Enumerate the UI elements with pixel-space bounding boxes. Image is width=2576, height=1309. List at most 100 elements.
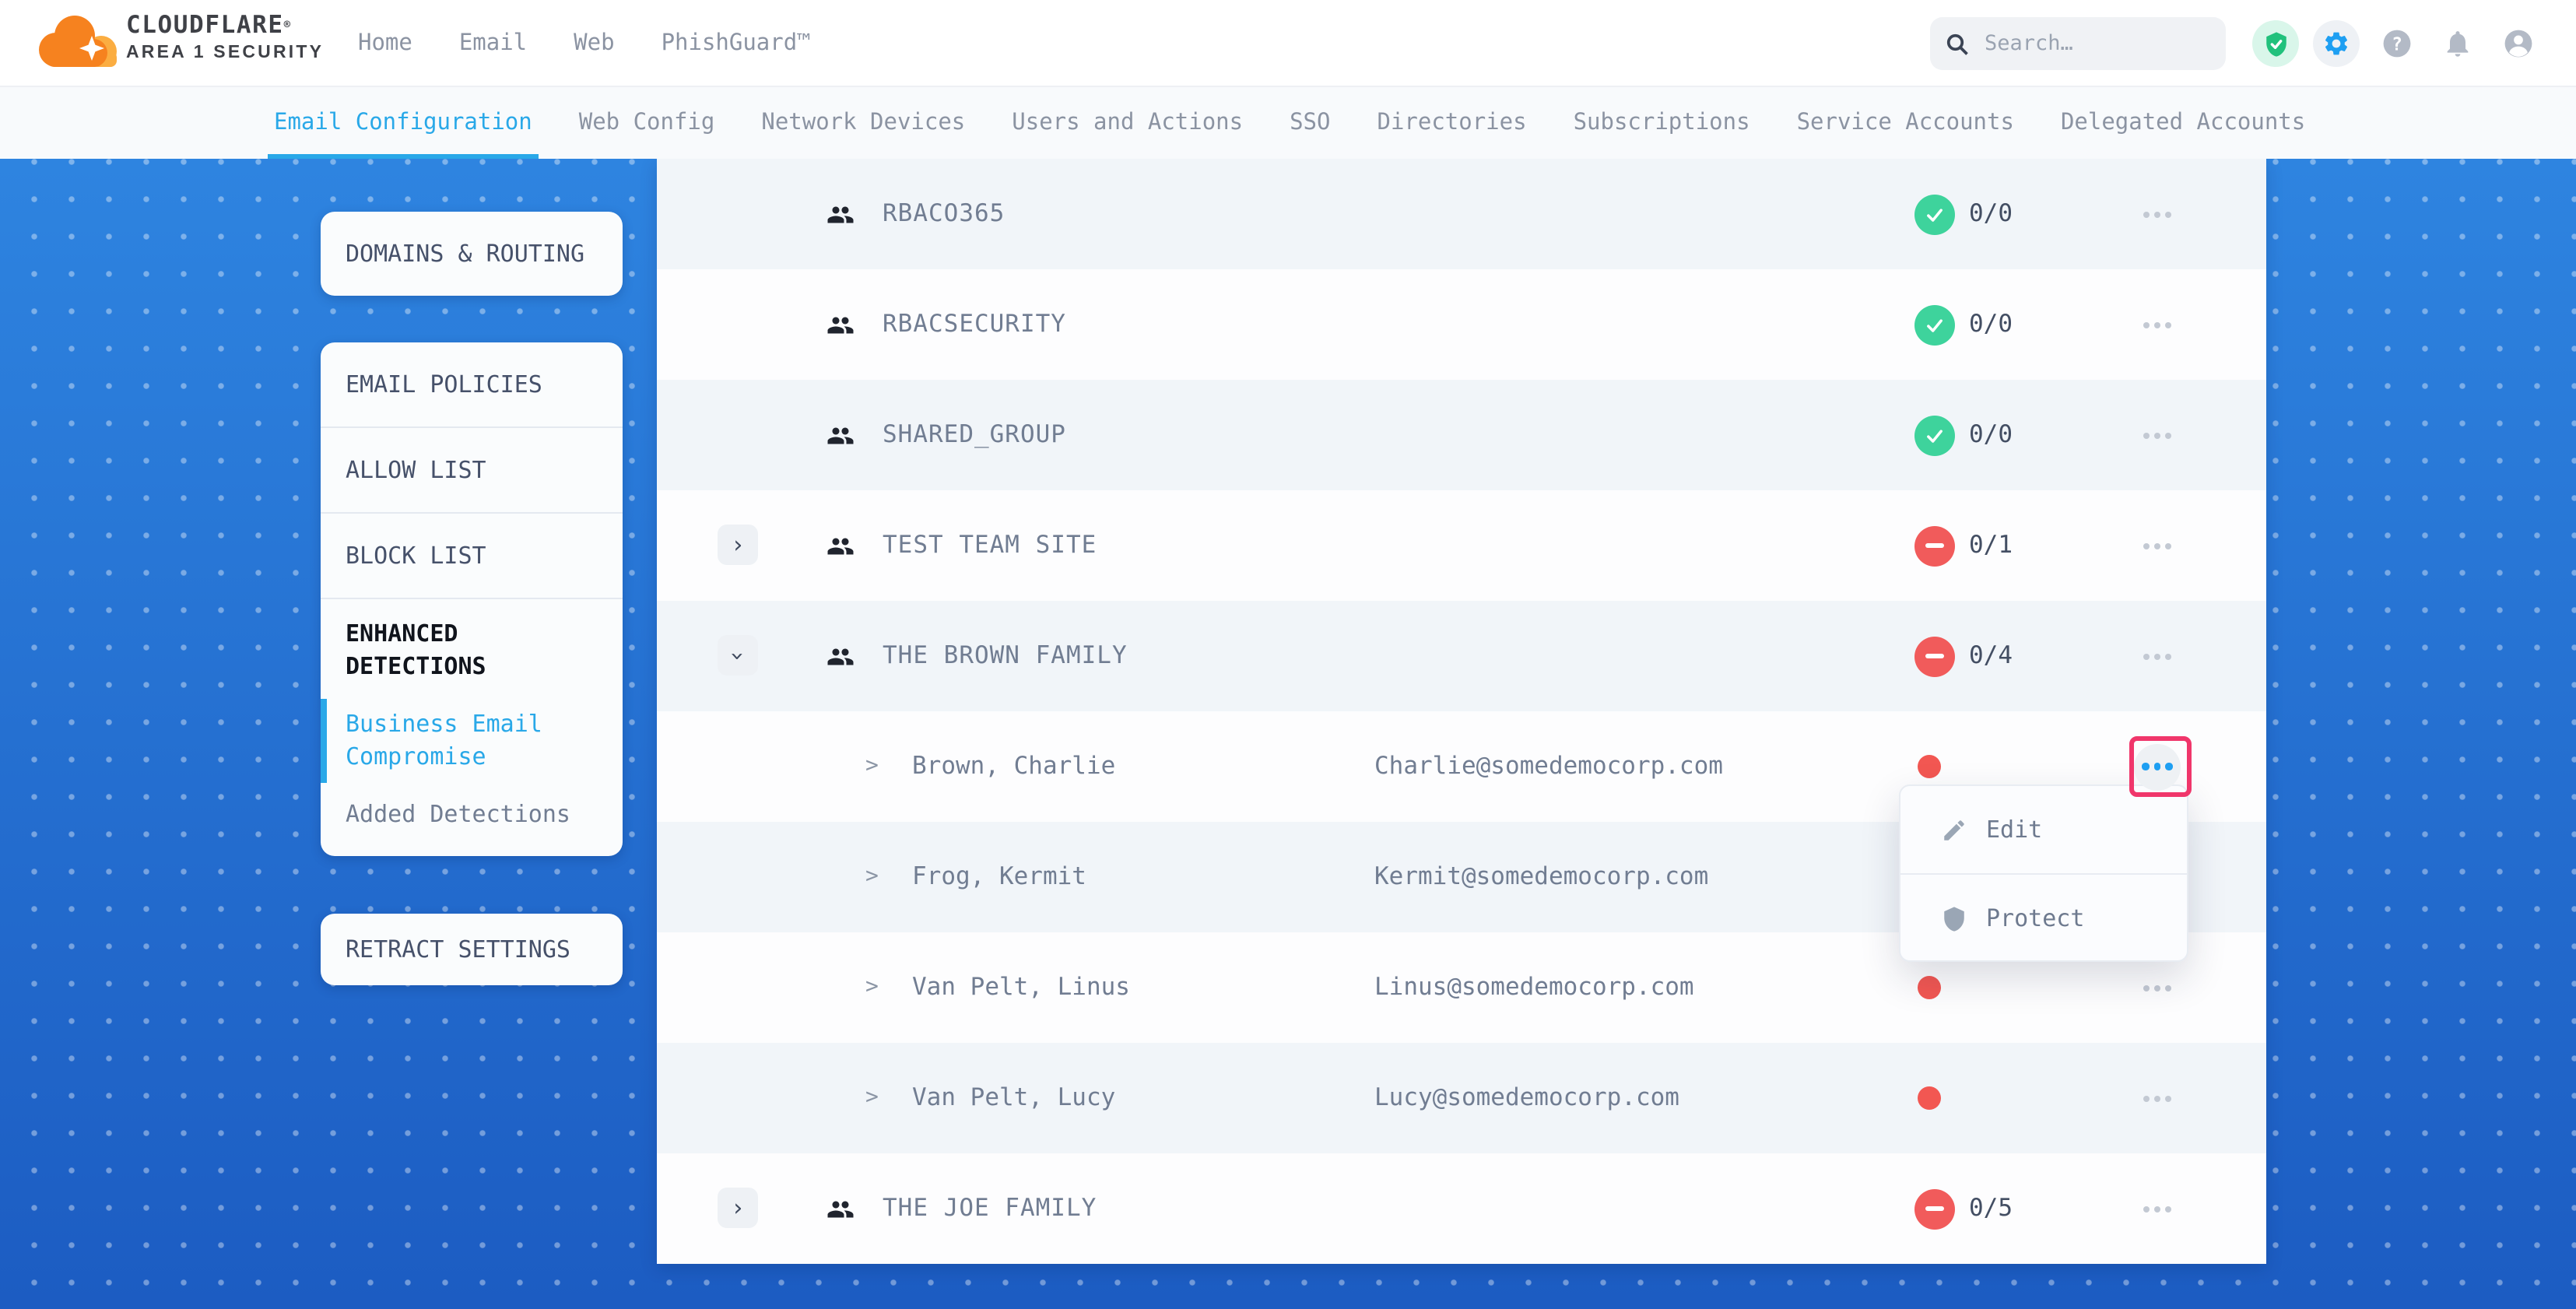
table-row[interactable]: › THE BROWN FAMILY 0/4 [657, 601, 2266, 711]
nav-phishguard[interactable]: PhishGuard™ [662, 31, 811, 56]
status-badge-disabled [1914, 1188, 1955, 1229]
search-input[interactable] [1981, 30, 2199, 58]
people-icon [826, 422, 855, 450]
status-dot-disabled [1918, 755, 1941, 778]
sidebar-card-domains-routing: DOMAINS & ROUTING [321, 212, 623, 296]
cloudflare-logo[interactable]: CLOUDFLARE® AREA 1 SECURITY [33, 11, 324, 73]
status-badge-enabled [1914, 304, 1955, 345]
tab-delegated-accounts[interactable]: Delegated Accounts [2061, 87, 2305, 159]
ellipsis-icon[interactable] [2131, 961, 2184, 1014]
shield-check-icon[interactable] [2252, 20, 2299, 67]
status-badge-enabled [1914, 415, 1955, 455]
member-name: Frog, Kermit [912, 862, 1086, 890]
menu-item-edit[interactable]: Edit [1900, 786, 2187, 873]
table-row[interactable]: RBACO365 0/0 [657, 159, 2266, 269]
section-tabs: Email Configuration Web Config Network D… [0, 87, 2576, 159]
people-icon [826, 532, 855, 560]
ellipsis-icon[interactable] [2131, 409, 2184, 461]
group-name: TEST TEAM SITE [883, 531, 1097, 559]
table-row[interactable]: › THE JOE FAMILY 0/5 [657, 1153, 2266, 1264]
protection-count: 0/0 [1969, 420, 2013, 448]
tab-network-devices[interactable]: Network Devices [761, 87, 965, 159]
tab-sso[interactable]: SSO [1290, 87, 1330, 159]
brand-subtitle: AREA 1 SECURITY [126, 44, 324, 64]
tab-service-accounts[interactable]: Service Accounts [1797, 87, 2014, 159]
bell-icon[interactable] [2434, 20, 2481, 67]
tab-web-config[interactable]: Web Config [579, 87, 715, 159]
member-chevron-icon: > [865, 1085, 879, 1110]
content-background: DOMAINS & ROUTING EMAIL POLICIES ALLOW L… [0, 159, 2576, 1309]
sidebar-item-retract-settings[interactable]: RETRACT SETTINGS [321, 935, 623, 963]
nav-home[interactable]: Home [358, 31, 412, 56]
member-chevron-icon: > [865, 753, 879, 778]
people-icon [826, 643, 855, 671]
ellipsis-icon[interactable] [2131, 1182, 2184, 1235]
row-context-menu: Edit Protect [1899, 784, 2188, 962]
pencil-icon [1941, 816, 1967, 843]
sidebar-item-domains-routing[interactable]: DOMAINS & ROUTING [321, 240, 623, 268]
member-chevron-icon: > [865, 974, 879, 999]
chevron-down-icon: › [726, 648, 749, 662]
table-row[interactable]: › TEST TEAM SITE 0/1 [657, 490, 2266, 601]
gear-icon[interactable] [2313, 20, 2360, 67]
minus-icon [1925, 654, 1944, 659]
top-header: CLOUDFLARE® AREA 1 SECURITY Home Email W… [0, 0, 2576, 87]
sidebar-item-block-list[interactable]: BLOCK LIST [321, 514, 623, 598]
member-name: Van Pelt, Lucy [912, 1083, 1115, 1111]
collapse-toggle-button[interactable]: › [718, 635, 758, 676]
minus-icon [1925, 1206, 1944, 1212]
tab-users-and-actions[interactable]: Users and Actions [1012, 87, 1243, 159]
group-name: RBACSECURITY [883, 310, 1066, 338]
cloudflare-cloud-icon [33, 11, 120, 73]
sidebar-item-business-email-compromise[interactable]: Business Email Compromise [321, 696, 623, 786]
sidebar-item-enhanced-detections[interactable]: ENHANCED DETECTIONS [321, 599, 623, 696]
nav-web[interactable]: Web [574, 31, 614, 56]
tab-directories[interactable]: Directories [1377, 87, 1527, 159]
sidebar-item-email-policies[interactable]: EMAIL POLICIES [321, 342, 623, 426]
group-name: RBACO365 [883, 199, 1005, 227]
sidebar-card-retract-settings: RETRACT SETTINGS [321, 914, 623, 985]
app-root: CLOUDFLARE® AREA 1 SECURITY Home Email W… [0, 0, 2576, 1309]
table-row[interactable]: SHARED_GROUP 0/0 [657, 380, 2266, 490]
member-email: Kermit@somedemocorp.com [1374, 862, 1708, 890]
shield-icon [1941, 905, 1967, 932]
member-name: Van Pelt, Linus [912, 973, 1130, 1001]
ellipsis-icon[interactable] [2134, 743, 2181, 790]
user-icon[interactable] [2495, 20, 2542, 67]
group-name: SHARED_GROUP [883, 420, 1066, 448]
member-name: Brown, Charlie [912, 752, 1115, 780]
groups-table: RBACO365 0/0 RBACSECURITY 0/0 SHARED_GRO… [657, 159, 2266, 1264]
status-badge-disabled [1914, 525, 1955, 566]
people-icon [826, 201, 855, 229]
brand-name: CLOUDFLARE® [126, 11, 324, 40]
question-icon[interactable]: ? [2374, 20, 2420, 67]
group-name: THE BROWN FAMILY [883, 641, 1128, 669]
top-navigation: Home Email Web PhishGuard™ [358, 0, 811, 87]
search-box[interactable] [1930, 17, 2226, 70]
sidebar-item-added-detections[interactable]: Added Detections [321, 786, 623, 856]
search-icon [1946, 32, 1969, 55]
tab-email-configuration[interactable]: Email Configuration [274, 87, 532, 159]
ellipsis-icon[interactable] [2131, 188, 2184, 240]
ellipsis-icon[interactable] [2131, 1072, 2184, 1125]
ellipsis-icon[interactable] [2131, 630, 2184, 683]
chevron-right-icon: › [731, 1196, 745, 1220]
nav-email[interactable]: Email [459, 31, 527, 56]
group-name: THE JOE FAMILY [883, 1194, 1097, 1222]
status-dot-disabled [1918, 1086, 1941, 1110]
menu-item-protect[interactable]: Protect [1900, 875, 2187, 962]
tab-subscriptions[interactable]: Subscriptions [1574, 87, 1750, 159]
expand-toggle-button[interactable]: › [718, 525, 758, 565]
member-email: Linus@somedemocorp.com [1374, 973, 1694, 1001]
ellipsis-icon[interactable] [2131, 519, 2184, 572]
sidebar-item-allow-list[interactable]: ALLOW LIST [321, 428, 623, 512]
minus-icon [1925, 543, 1944, 549]
ellipsis-icon[interactable] [2131, 298, 2184, 351]
menu-label: Edit [1986, 816, 2042, 844]
protection-count: 0/0 [1969, 310, 2013, 338]
table-row[interactable]: > Van Pelt, Lucy Lucy@somedemocorp.com [657, 1043, 2266, 1153]
table-row[interactable]: RBACSECURITY 0/0 [657, 269, 2266, 380]
people-icon [826, 1195, 855, 1223]
active-indicator-bar [321, 699, 327, 783]
expand-toggle-button[interactable]: › [718, 1188, 758, 1228]
